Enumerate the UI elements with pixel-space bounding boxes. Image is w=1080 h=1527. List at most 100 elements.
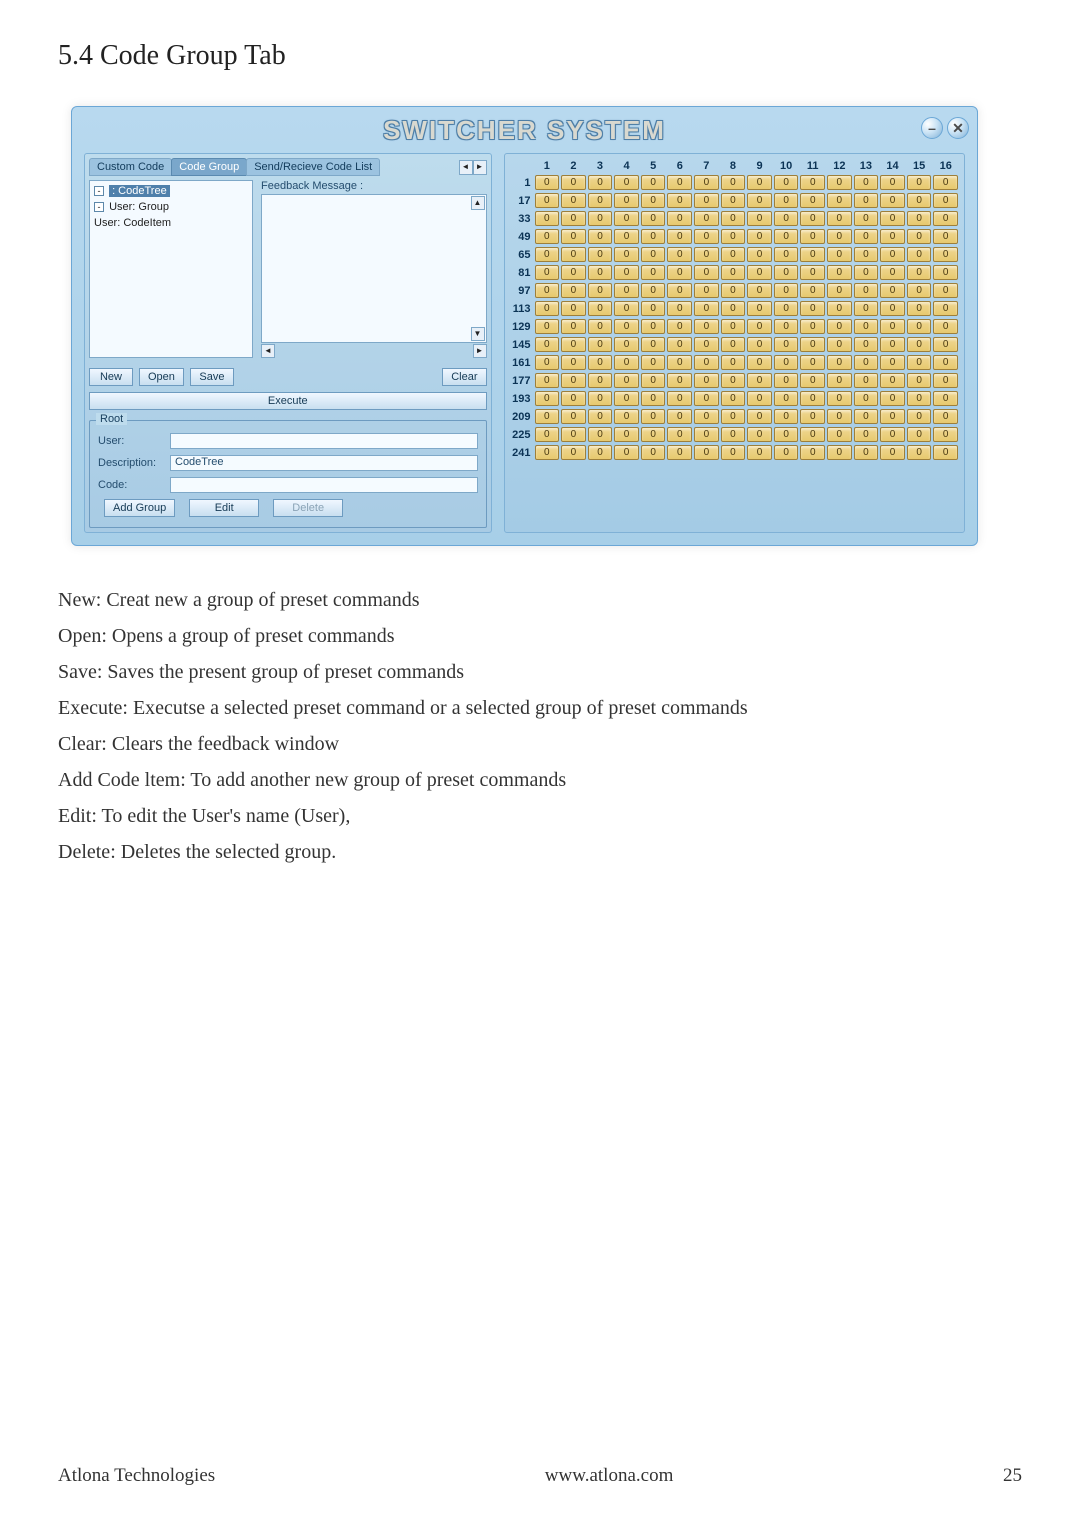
grid-cell[interactable]: 0 bbox=[721, 283, 746, 298]
grid-cell[interactable]: 0 bbox=[614, 301, 639, 316]
grid-cell[interactable]: 0 bbox=[694, 337, 719, 352]
grid-cell[interactable]: 0 bbox=[667, 391, 692, 406]
grid-cell[interactable]: 0 bbox=[641, 283, 666, 298]
edit-button[interactable]: Edit bbox=[189, 499, 259, 517]
grid-cell[interactable]: 0 bbox=[747, 319, 772, 334]
grid-cell[interactable]: 0 bbox=[854, 247, 879, 262]
grid-cell[interactable]: 0 bbox=[561, 283, 586, 298]
grid-cell[interactable]: 0 bbox=[641, 391, 666, 406]
grid-cell[interactable]: 0 bbox=[747, 409, 772, 424]
grid-cell[interactable]: 0 bbox=[721, 337, 746, 352]
grid-cell[interactable]: 0 bbox=[694, 445, 719, 460]
grid-cell[interactable]: 0 bbox=[641, 427, 666, 442]
grid-cell[interactable]: 0 bbox=[800, 193, 825, 208]
grid-cell[interactable]: 0 bbox=[721, 301, 746, 316]
grid-cell[interactable]: 0 bbox=[694, 229, 719, 244]
grid-cell[interactable]: 0 bbox=[907, 355, 932, 370]
grid-cell[interactable]: 0 bbox=[800, 409, 825, 424]
grid-cell[interactable]: 0 bbox=[827, 373, 852, 388]
grid-cell[interactable]: 0 bbox=[854, 427, 879, 442]
grid-cell[interactable]: 0 bbox=[827, 265, 852, 280]
grid-cell[interactable]: 0 bbox=[747, 355, 772, 370]
grid-cell[interactable]: 0 bbox=[854, 283, 879, 298]
grid-cell[interactable]: 0 bbox=[854, 409, 879, 424]
grid-cell[interactable]: 0 bbox=[880, 445, 905, 460]
grid-cell[interactable]: 0 bbox=[800, 301, 825, 316]
grid-cell[interactable]: 0 bbox=[774, 337, 799, 352]
grid-cell[interactable]: 0 bbox=[907, 175, 932, 190]
grid-cell[interactable]: 0 bbox=[854, 355, 879, 370]
grid-cell[interactable]: 0 bbox=[827, 355, 852, 370]
grid-cell[interactable]: 0 bbox=[774, 229, 799, 244]
grid-cell[interactable]: 0 bbox=[747, 337, 772, 352]
grid-cell[interactable]: 0 bbox=[774, 265, 799, 280]
grid-cell[interactable]: 0 bbox=[641, 265, 666, 280]
grid-cell[interactable]: 0 bbox=[800, 355, 825, 370]
grid-cell[interactable]: 0 bbox=[667, 283, 692, 298]
grid-cell[interactable]: 0 bbox=[614, 247, 639, 262]
grid-cell[interactable]: 0 bbox=[667, 175, 692, 190]
grid-cell[interactable]: 0 bbox=[880, 175, 905, 190]
grid-cell[interactable]: 0 bbox=[588, 193, 613, 208]
grid-cell[interactable]: 0 bbox=[880, 355, 905, 370]
grid-cell[interactable]: 0 bbox=[880, 427, 905, 442]
grid-cell[interactable]: 0 bbox=[614, 337, 639, 352]
grid-cell[interactable]: 0 bbox=[667, 193, 692, 208]
tab-scroll-right-icon[interactable]: ► bbox=[473, 160, 487, 175]
grid-cell[interactable]: 0 bbox=[774, 193, 799, 208]
execute-button[interactable]: Execute bbox=[89, 392, 487, 410]
grid-cell[interactable]: 0 bbox=[880, 301, 905, 316]
grid-cell[interactable]: 0 bbox=[588, 301, 613, 316]
grid-cell[interactable]: 0 bbox=[561, 229, 586, 244]
grid-cell[interactable]: 0 bbox=[667, 319, 692, 334]
grid-cell[interactable]: 0 bbox=[535, 193, 560, 208]
grid-cell[interactable]: 0 bbox=[774, 283, 799, 298]
grid-cell[interactable]: 0 bbox=[588, 265, 613, 280]
grid-cell[interactable]: 0 bbox=[721, 373, 746, 388]
tree-child-label[interactable]: User: Group bbox=[109, 201, 169, 213]
grid-cell[interactable]: 0 bbox=[747, 301, 772, 316]
grid-cell[interactable]: 0 bbox=[694, 283, 719, 298]
grid-cell[interactable]: 0 bbox=[667, 409, 692, 424]
grid-cell[interactable]: 0 bbox=[907, 265, 932, 280]
grid-cell[interactable]: 0 bbox=[880, 265, 905, 280]
grid-cell[interactable]: 0 bbox=[614, 391, 639, 406]
description-input[interactable]: CodeTree bbox=[170, 455, 478, 471]
delete-button[interactable]: Delete bbox=[273, 499, 343, 517]
grid-cell[interactable]: 0 bbox=[614, 283, 639, 298]
grid-cell[interactable]: 0 bbox=[774, 301, 799, 316]
grid-cell[interactable]: 0 bbox=[933, 373, 958, 388]
grid-cell[interactable]: 0 bbox=[641, 229, 666, 244]
grid-cell[interactable]: 0 bbox=[933, 409, 958, 424]
grid-cell[interactable]: 0 bbox=[614, 445, 639, 460]
grid-cell[interactable]: 0 bbox=[721, 229, 746, 244]
grid-cell[interactable]: 0 bbox=[774, 175, 799, 190]
grid-cell[interactable]: 0 bbox=[561, 211, 586, 226]
grid-cell[interactable]: 0 bbox=[641, 247, 666, 262]
grid-cell[interactable]: 0 bbox=[535, 229, 560, 244]
grid-cell[interactable]: 0 bbox=[933, 427, 958, 442]
grid-cell[interactable]: 0 bbox=[800, 445, 825, 460]
grid-cell[interactable]: 0 bbox=[827, 319, 852, 334]
grid-cell[interactable]: 0 bbox=[694, 301, 719, 316]
grid-cell[interactable]: 0 bbox=[800, 229, 825, 244]
grid-cell[interactable]: 0 bbox=[933, 391, 958, 406]
grid-cell[interactable]: 0 bbox=[614, 265, 639, 280]
grid-cell[interactable]: 0 bbox=[880, 391, 905, 406]
grid-cell[interactable]: 0 bbox=[933, 175, 958, 190]
grid-cell[interactable]: 0 bbox=[535, 319, 560, 334]
grid-cell[interactable]: 0 bbox=[827, 427, 852, 442]
grid-cell[interactable]: 0 bbox=[641, 409, 666, 424]
grid-cell[interactable]: 0 bbox=[561, 355, 586, 370]
grid-cell[interactable]: 0 bbox=[854, 373, 879, 388]
grid-cell[interactable]: 0 bbox=[588, 409, 613, 424]
grid-cell[interactable]: 0 bbox=[667, 265, 692, 280]
grid-cell[interactable]: 0 bbox=[667, 373, 692, 388]
grid-cell[interactable]: 0 bbox=[694, 427, 719, 442]
close-button[interactable]: ✕ bbox=[947, 117, 969, 139]
grid-cell[interactable]: 0 bbox=[641, 337, 666, 352]
grid-cell[interactable]: 0 bbox=[667, 427, 692, 442]
grid-cell[interactable]: 0 bbox=[774, 355, 799, 370]
grid-cell[interactable]: 0 bbox=[907, 283, 932, 298]
grid-cell[interactable]: 0 bbox=[667, 355, 692, 370]
